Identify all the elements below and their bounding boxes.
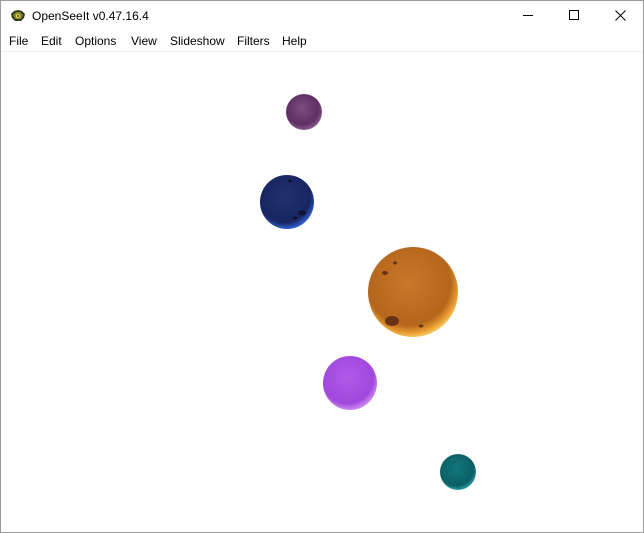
- maximize-button[interactable]: [551, 1, 597, 32]
- window-title: OpenSeeIt v0.47.16.4: [32, 9, 149, 23]
- menu-options[interactable]: Options: [75, 34, 116, 49]
- menu-filters[interactable]: Filters: [237, 34, 270, 49]
- close-button[interactable]: [597, 1, 643, 32]
- app-window: OpenSeeIt v0.47.16.4 File Edit Options V…: [0, 0, 644, 533]
- title-bar[interactable]: OpenSeeIt v0.47.16.4: [1, 1, 643, 32]
- menu-view[interactable]: View: [131, 34, 157, 49]
- purple-small-sphere: [286, 94, 322, 130]
- maximize-icon: [568, 8, 580, 26]
- violet-sphere: [323, 356, 377, 410]
- teal-sphere: [440, 454, 476, 490]
- menu-edit[interactable]: Edit: [41, 34, 62, 49]
- menu-file[interactable]: File: [9, 34, 28, 49]
- blue-sphere: [260, 175, 314, 229]
- orange-sphere: [368, 247, 458, 337]
- menu-bar: File Edit Options View Slideshow Filters…: [1, 32, 643, 52]
- image-canvas[interactable]: [1, 52, 643, 532]
- openseeit-logo-icon: [10, 9, 26, 23]
- menu-slideshow[interactable]: Slideshow: [170, 34, 225, 49]
- menu-help[interactable]: Help: [282, 34, 307, 49]
- minimize-icon: [522, 8, 534, 26]
- minimize-button[interactable]: [505, 1, 551, 32]
- close-icon: [614, 8, 626, 26]
